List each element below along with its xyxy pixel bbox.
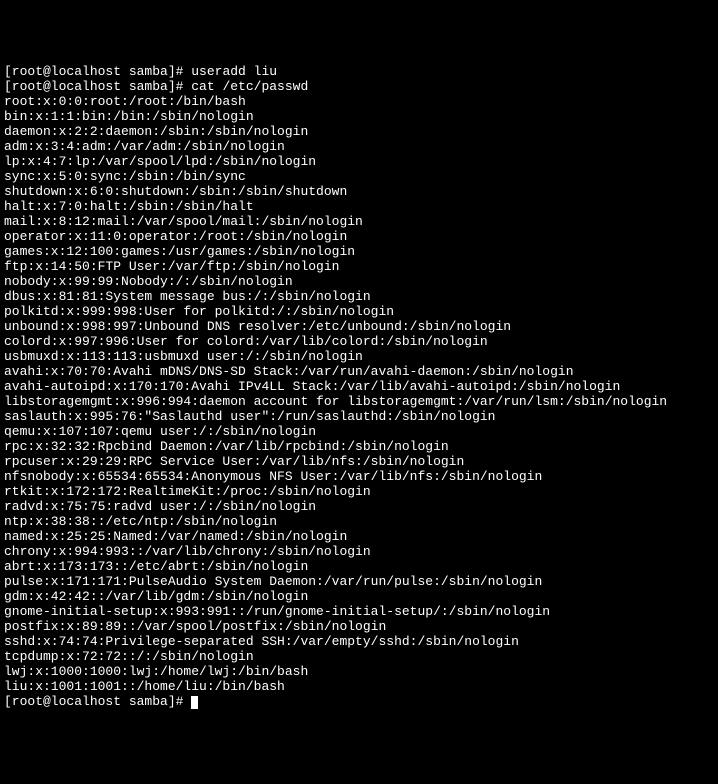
terminal-line: qemu:x:107:107:qemu user:/:/sbin/nologin: [4, 424, 714, 439]
terminal-line: named:x:25:25:Named:/var/named:/sbin/nol…: [4, 529, 714, 544]
passwd-entry: avahi:x:70:70:Avahi mDNS/DNS-SD Stack:/v…: [4, 364, 574, 379]
cursor[interactable]: [191, 696, 198, 709]
terminal-line: operator:x:11:0:operator:/root:/sbin/nol…: [4, 229, 714, 244]
passwd-entry: tcpdump:x:72:72::/:/sbin/nologin: [4, 649, 254, 664]
passwd-entry: bin:x:1:1:bin:/bin:/sbin/nologin: [4, 109, 254, 124]
terminal-line: saslauth:x:995:76:"Saslauthd user":/run/…: [4, 409, 714, 424]
passwd-entry: games:x:12:100:games:/usr/games:/sbin/no…: [4, 244, 355, 259]
terminal-line: root:x:0:0:root:/root:/bin/bash: [4, 94, 714, 109]
terminal-line: adm:x:3:4:adm:/var/adm:/sbin/nologin: [4, 139, 714, 154]
terminal-line: ftp:x:14:50:FTP User:/var/ftp:/sbin/nolo…: [4, 259, 714, 274]
passwd-entry: qemu:x:107:107:qemu user:/:/sbin/nologin: [4, 424, 316, 439]
terminal-line: games:x:12:100:games:/usr/games:/sbin/no…: [4, 244, 714, 259]
terminal-line: lp:x:4:7:lp:/var/spool/lpd:/sbin/nologin: [4, 154, 714, 169]
command-input: useradd liu: [191, 64, 277, 79]
terminal-line: daemon:x:2:2:daemon:/sbin:/sbin/nologin: [4, 124, 714, 139]
terminal-line: dbus:x:81:81:System message bus:/:/sbin/…: [4, 289, 714, 304]
shell-prompt: [root@localhost samba]#: [4, 79, 191, 94]
terminal-line: avahi-autoipd:x:170:170:Avahi IPv4LL Sta…: [4, 379, 714, 394]
passwd-entry: nobody:x:99:99:Nobody:/:/sbin/nologin: [4, 274, 293, 289]
passwd-entry: saslauth:x:995:76:"Saslauthd user":/run/…: [4, 409, 495, 424]
passwd-entry: avahi-autoipd:x:170:170:Avahi IPv4LL Sta…: [4, 379, 620, 394]
terminal-line: usbmuxd:x:113:113:usbmuxd user:/:/sbin/n…: [4, 349, 714, 364]
terminal-line: avahi:x:70:70:Avahi mDNS/DNS-SD Stack:/v…: [4, 364, 714, 379]
passwd-entry: adm:x:3:4:adm:/var/adm:/sbin/nologin: [4, 139, 285, 154]
passwd-entry: polkitd:x:999:998:User for polkitd:/:/sb…: [4, 304, 394, 319]
terminal-line: pulse:x:171:171:PulseAudio System Daemon…: [4, 574, 714, 589]
passwd-entry: gdm:x:42:42::/var/lib/gdm:/sbin/nologin: [4, 589, 308, 604]
passwd-entry: ftp:x:14:50:FTP User:/var/ftp:/sbin/nolo…: [4, 259, 339, 274]
terminal-line: unbound:x:998:997:Unbound DNS resolver:/…: [4, 319, 714, 334]
passwd-entry: shutdown:x:6:0:shutdown:/sbin:/sbin/shut…: [4, 184, 347, 199]
terminal-line: bin:x:1:1:bin:/bin:/sbin/nologin: [4, 109, 714, 124]
terminal-line: gnome-initial-setup:x:993:991::/run/gnom…: [4, 604, 714, 619]
passwd-entry: operator:x:11:0:operator:/root:/sbin/nol…: [4, 229, 347, 244]
passwd-entry: lp:x:4:7:lp:/var/spool/lpd:/sbin/nologin: [4, 154, 316, 169]
passwd-entry: nfsnobody:x:65534:65534:Anonymous NFS Us…: [4, 469, 542, 484]
terminal-line: tcpdump:x:72:72::/:/sbin/nologin: [4, 649, 714, 664]
terminal-line: nobody:x:99:99:Nobody:/:/sbin/nologin: [4, 274, 714, 289]
passwd-entry: rpc:x:32:32:Rpcbind Daemon:/var/lib/rpcb…: [4, 439, 449, 454]
terminal-line: sshd:x:74:74:Privilege-separated SSH:/va…: [4, 634, 714, 649]
terminal-line: [root@localhost samba]# cat /etc/passwd: [4, 79, 714, 94]
terminal-output[interactable]: [root@localhost samba]# useradd liu[root…: [4, 64, 714, 709]
terminal-line: lwj:x:1000:1000:lwj:/home/lwj:/bin/bash: [4, 664, 714, 679]
terminal-line: rpcuser:x:29:29:RPC Service User:/var/li…: [4, 454, 714, 469]
passwd-entry: root:x:0:0:root:/root:/bin/bash: [4, 94, 246, 109]
passwd-entry: lwj:x:1000:1000:lwj:/home/lwj:/bin/bash: [4, 664, 308, 679]
terminal-line: postfix:x:89:89::/var/spool/postfix:/sbi…: [4, 619, 714, 634]
passwd-entry: named:x:25:25:Named:/var/named:/sbin/nol…: [4, 529, 347, 544]
passwd-entry: dbus:x:81:81:System message bus:/:/sbin/…: [4, 289, 371, 304]
terminal-line: polkitd:x:999:998:User for polkitd:/:/sb…: [4, 304, 714, 319]
passwd-entry: liu:x:1001:1001::/home/liu:/bin/bash: [4, 679, 285, 694]
terminal-line: gdm:x:42:42::/var/lib/gdm:/sbin/nologin: [4, 589, 714, 604]
passwd-entry: sshd:x:74:74:Privilege-separated SSH:/va…: [4, 634, 519, 649]
terminal-line: radvd:x:75:75:radvd user:/:/sbin/nologin: [4, 499, 714, 514]
passwd-entry: halt:x:7:0:halt:/sbin:/sbin/halt: [4, 199, 254, 214]
passwd-entry: mail:x:8:12:mail:/var/spool/mail:/sbin/n…: [4, 214, 363, 229]
passwd-entry: colord:x:997:996:User for colord:/var/li…: [4, 334, 488, 349]
terminal-line: rpc:x:32:32:Rpcbind Daemon:/var/lib/rpcb…: [4, 439, 714, 454]
shell-prompt: [root@localhost samba]#: [4, 64, 191, 79]
passwd-entry: gnome-initial-setup:x:993:991::/run/gnom…: [4, 604, 550, 619]
passwd-entry: daemon:x:2:2:daemon:/sbin:/sbin/nologin: [4, 124, 308, 139]
passwd-entry: postfix:x:89:89::/var/spool/postfix:/sbi…: [4, 619, 386, 634]
shell-prompt: [root@localhost samba]#: [4, 694, 191, 709]
terminal-line: ntp:x:38:38::/etc/ntp:/sbin/nologin: [4, 514, 714, 529]
terminal-line: rtkit:x:172:172:RealtimeKit:/proc:/sbin/…: [4, 484, 714, 499]
passwd-entry: usbmuxd:x:113:113:usbmuxd user:/:/sbin/n…: [4, 349, 363, 364]
terminal-line: mail:x:8:12:mail:/var/spool/mail:/sbin/n…: [4, 214, 714, 229]
terminal-line: [root@localhost samba]# useradd liu: [4, 64, 714, 79]
passwd-entry: rtkit:x:172:172:RealtimeKit:/proc:/sbin/…: [4, 484, 371, 499]
terminal-line: colord:x:997:996:User for colord:/var/li…: [4, 334, 714, 349]
terminal-line: shutdown:x:6:0:shutdown:/sbin:/sbin/shut…: [4, 184, 714, 199]
terminal-line: nfsnobody:x:65534:65534:Anonymous NFS Us…: [4, 469, 714, 484]
terminal-line: liu:x:1001:1001::/home/liu:/bin/bash: [4, 679, 714, 694]
passwd-entry: pulse:x:171:171:PulseAudio System Daemon…: [4, 574, 542, 589]
terminal-line: sync:x:5:0:sync:/sbin:/bin/sync: [4, 169, 714, 184]
passwd-entry: radvd:x:75:75:radvd user:/:/sbin/nologin: [4, 499, 316, 514]
passwd-entry: rpcuser:x:29:29:RPC Service User:/var/li…: [4, 454, 464, 469]
passwd-entry: ntp:x:38:38::/etc/ntp:/sbin/nologin: [4, 514, 277, 529]
passwd-entry: sync:x:5:0:sync:/sbin:/bin/sync: [4, 169, 246, 184]
terminal-line: abrt:x:173:173::/etc/abrt:/sbin/nologin: [4, 559, 714, 574]
terminal-line: [root@localhost samba]#: [4, 694, 714, 709]
passwd-entry: abrt:x:173:173::/etc/abrt:/sbin/nologin: [4, 559, 308, 574]
command-input: cat /etc/passwd: [191, 79, 308, 94]
passwd-entry: libstoragemgmt:x:996:994:daemon account …: [4, 394, 667, 409]
terminal-line: halt:x:7:0:halt:/sbin:/sbin/halt: [4, 199, 714, 214]
passwd-entry: unbound:x:998:997:Unbound DNS resolver:/…: [4, 319, 511, 334]
terminal-line: libstoragemgmt:x:996:994:daemon account …: [4, 394, 714, 409]
